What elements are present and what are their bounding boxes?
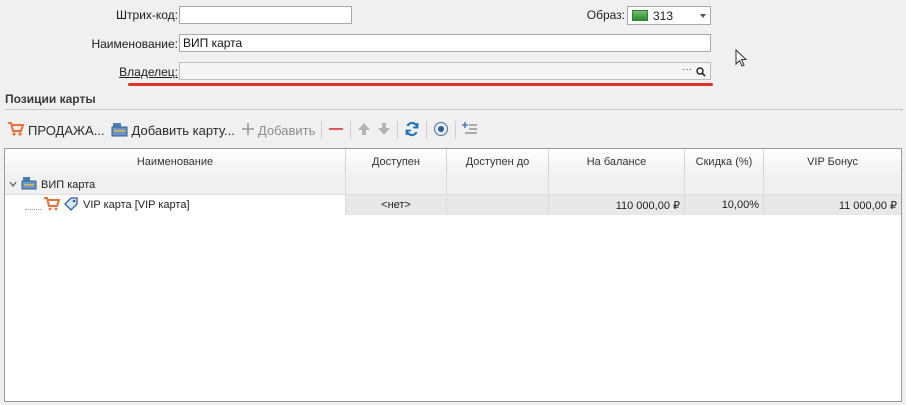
toolbar: ПРОДАЖА... Добавить карту... Добавить xyxy=(4,118,481,142)
owner-ellipsis-button[interactable]: ··· xyxy=(682,63,692,77)
positions-grid[interactable]: Наименование Доступен Доступен до На бал… xyxy=(4,148,902,402)
column-header-balance[interactable]: На балансе xyxy=(549,149,685,175)
column-header-name[interactable]: Наименование xyxy=(5,149,346,175)
group-cell xyxy=(685,175,764,195)
tag-icon xyxy=(63,196,79,215)
group-cell xyxy=(346,175,447,195)
group-name: ВИП карта xyxy=(41,178,96,191)
sale-button-label: ПРОДАЖА... xyxy=(28,122,105,138)
search-icon[interactable] xyxy=(696,66,706,77)
column-header-discount[interactable]: Скидка (%) xyxy=(685,149,764,175)
owner-input[interactable]: ··· xyxy=(179,62,711,80)
refresh-icon xyxy=(404,121,420,140)
mouse-cursor-icon xyxy=(735,48,749,72)
image-label: Образ: xyxy=(586,8,625,22)
toolbar-separator xyxy=(321,121,323,139)
section-title: Позиции карты xyxy=(5,92,96,106)
barcode-input[interactable] xyxy=(179,6,352,24)
image-value: 313 xyxy=(653,8,674,23)
add-button[interactable]: Добавить xyxy=(238,119,318,141)
insert-list-button[interactable] xyxy=(459,119,481,141)
eye-icon xyxy=(433,121,449,140)
row-balance-cell: 110 000,00 ₽ xyxy=(549,195,685,215)
toolbar-separator xyxy=(350,121,352,139)
grid-header: Наименование Доступен Доступен до На бал… xyxy=(5,149,901,176)
add-card-button[interactable]: Добавить карту... xyxy=(108,119,238,141)
group-cell xyxy=(764,175,901,195)
row-vip-bonus-cell: 11 000,00 ₽ xyxy=(764,195,901,215)
toolbar-separator xyxy=(397,121,399,139)
chevron-down-icon[interactable] xyxy=(700,13,706,18)
owner-label: Владелец: xyxy=(119,65,178,79)
card-stack-icon xyxy=(111,121,129,140)
view-button[interactable] xyxy=(430,119,452,141)
remove-button[interactable] xyxy=(325,119,347,141)
column-header-available-until[interactable]: Доступен до xyxy=(447,149,549,175)
refresh-button[interactable] xyxy=(401,119,423,141)
arrow-up-icon xyxy=(357,122,371,139)
add-card-button-label: Добавить карту... xyxy=(131,122,235,138)
toolbar-separator xyxy=(455,121,457,139)
move-up-button[interactable] xyxy=(354,119,374,141)
add-button-label: Добавить xyxy=(257,122,316,138)
tree-connector xyxy=(25,201,41,210)
owner-highlight-underline xyxy=(128,83,713,86)
sale-button[interactable]: ПРОДАЖА... xyxy=(4,119,108,141)
image-select[interactable]: 313 xyxy=(627,6,711,25)
card-color-icon xyxy=(632,10,648,21)
minus-icon xyxy=(328,122,344,139)
row-name: VIP карта [VIP карта] xyxy=(83,199,190,211)
column-header-vip-bonus[interactable]: VIP Бонус xyxy=(764,149,901,175)
group-cell xyxy=(549,175,685,195)
group-cell xyxy=(447,175,549,195)
plus-icon xyxy=(241,122,255,139)
card-stack-icon xyxy=(21,176,37,193)
barcode-label: Штрих-код: xyxy=(116,8,178,22)
toolbar-separator xyxy=(426,121,428,139)
move-down-button[interactable] xyxy=(374,119,394,141)
row-available-cell: <нет> xyxy=(346,195,447,215)
cart-icon xyxy=(7,121,25,140)
group-row[interactable]: ВИП карта xyxy=(5,175,901,195)
row-name-cell: VIP карта [VIP карта] xyxy=(5,195,346,215)
expand-arrow-icon[interactable] xyxy=(9,179,17,191)
cart-icon xyxy=(43,196,61,214)
list-plus-icon xyxy=(462,121,478,140)
section-divider xyxy=(5,109,903,110)
name-label: Наименование: xyxy=(91,37,178,51)
column-header-available[interactable]: Доступен xyxy=(346,149,447,175)
row-discount-cell: 10,00% xyxy=(685,195,764,215)
group-name-cell: ВИП карта xyxy=(5,175,346,195)
table-row[interactable]: VIP карта [VIP карта] <нет> 110 000,00 ₽… xyxy=(5,195,901,215)
row-available-until-cell xyxy=(447,195,549,215)
name-input[interactable]: ВИП карта xyxy=(179,34,711,52)
arrow-down-icon xyxy=(377,122,391,139)
